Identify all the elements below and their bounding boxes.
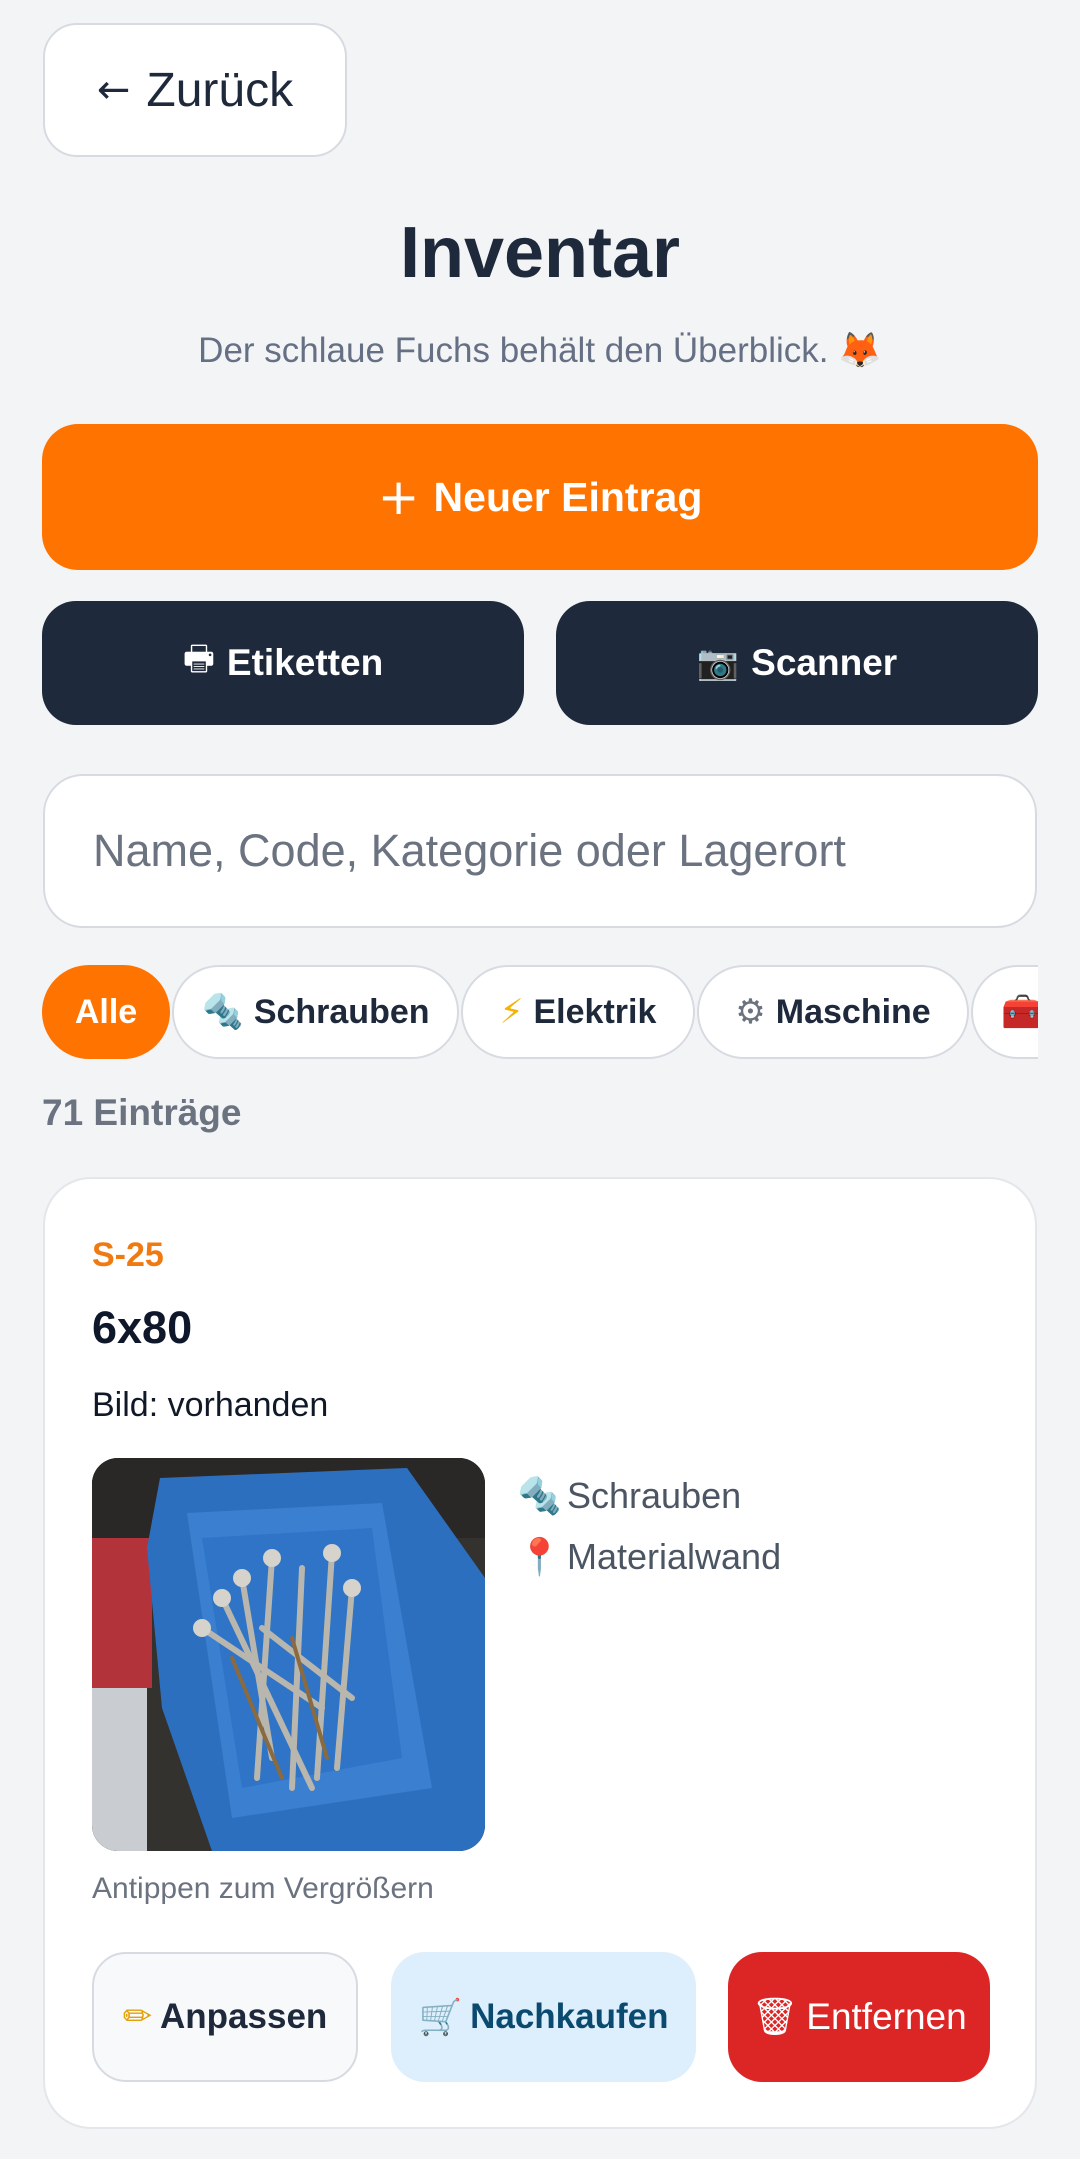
new-entry-label: Neuer Eintrag xyxy=(433,473,703,520)
item-photo[interactable] xyxy=(92,1458,485,1851)
printer-icon: 🖶 xyxy=(182,638,215,679)
edit-button[interactable]: ✏ Anpassen xyxy=(92,1952,358,2082)
screw-icon: 🔩 xyxy=(201,992,244,1032)
search-input[interactable] xyxy=(93,825,987,877)
category-row: 🔩 Schrauben xyxy=(517,1465,781,1526)
filter-chip-schrauben[interactable]: 🔩 Schrauben xyxy=(172,965,459,1059)
gear-icon: ⚙ xyxy=(735,992,766,1032)
labels-button-label: Etiketten xyxy=(226,642,384,683)
fox-icon: 🦊 xyxy=(838,331,882,371)
filter-chip-all[interactable]: Alle xyxy=(42,965,170,1059)
subtitle-text: Der schlaue Fuchs behält den Überblick. xyxy=(198,331,829,370)
item-meta: 🔩 Schrauben 📍 Materialwand xyxy=(517,1465,781,1587)
tap-to-zoom-hint: Antippen zum Vergrößern xyxy=(92,1872,434,1905)
camera-icon: 📷 xyxy=(696,643,740,683)
page-title: Inventar xyxy=(399,213,681,293)
new-entry-button[interactable]: + Neuer Eintrag xyxy=(42,424,1038,570)
entry-count: 71 Einträge xyxy=(42,1092,242,1133)
toolbox-icon: 🧰 xyxy=(1001,992,1038,1032)
back-button[interactable]: ← Zurück xyxy=(43,23,347,157)
filter-chip-elektrik[interactable]: ⚡ Elektrik xyxy=(461,965,695,1059)
item-location: Materialwand xyxy=(567,1535,782,1577)
inventory-card: S-25 6x80 Bild: vorhanden 🔩 Schrauben 📍 … xyxy=(43,1177,1037,2129)
filter-chip-maschine[interactable]: ⚙ Maschine xyxy=(697,965,969,1059)
delete-button-label: Entfernen xyxy=(806,1996,967,2037)
pin-icon: 📍 xyxy=(517,1536,562,1578)
filter-chip-label: Schrauben xyxy=(253,992,430,1031)
filter-chip-label: Alle xyxy=(74,992,138,1031)
image-status: Bild: vorhanden xyxy=(92,1386,329,1424)
item-photo-image xyxy=(92,1458,485,1851)
scanner-button-label: Scanner xyxy=(751,642,898,683)
scanner-button[interactable]: 📷 Scanner xyxy=(556,601,1038,725)
trash-icon: 🗑 xyxy=(751,1995,799,2038)
screw-icon: 🔩 xyxy=(517,1475,562,1517)
lightning-icon: ⚡ xyxy=(499,992,524,1032)
filter-chip-label: Maschine xyxy=(775,992,931,1031)
page-subtitle: Der schlaue Fuchs behält den Überblick. … xyxy=(0,330,1080,371)
category-filter-bar[interactable]: Alle 🔩 Schrauben ⚡ Elektrik ⚙ Maschine 🧰 xyxy=(42,965,1038,1060)
rebuy-button[interactable]: 🛒 Nachkaufen xyxy=(391,1952,696,2082)
search-box[interactable] xyxy=(43,774,1037,928)
item-code: S-25 xyxy=(92,1236,164,1274)
back-button-label: Zurück xyxy=(146,63,294,117)
item-category: Schrauben xyxy=(567,1474,742,1516)
cart-icon: 🛒 xyxy=(418,1997,463,2038)
arrow-left-icon: ← xyxy=(96,67,131,113)
plus-icon: + xyxy=(377,468,420,526)
filter-chip-label: Elektrik xyxy=(533,992,657,1031)
delete-button[interactable]: 🗑 Entfernen xyxy=(728,1952,990,2082)
item-name: 6x80 xyxy=(92,1302,193,1353)
edit-button-label: Anpassen xyxy=(160,1997,328,2036)
labels-button[interactable]: 🖶 Etiketten xyxy=(42,601,524,725)
rebuy-button-label: Nachkaufen xyxy=(470,1997,669,2036)
filter-chip-toolbox[interactable]: 🧰 xyxy=(971,965,1038,1059)
location-row: 📍 Materialwand xyxy=(517,1526,781,1587)
pencil-icon: ✏ xyxy=(122,1997,153,2037)
